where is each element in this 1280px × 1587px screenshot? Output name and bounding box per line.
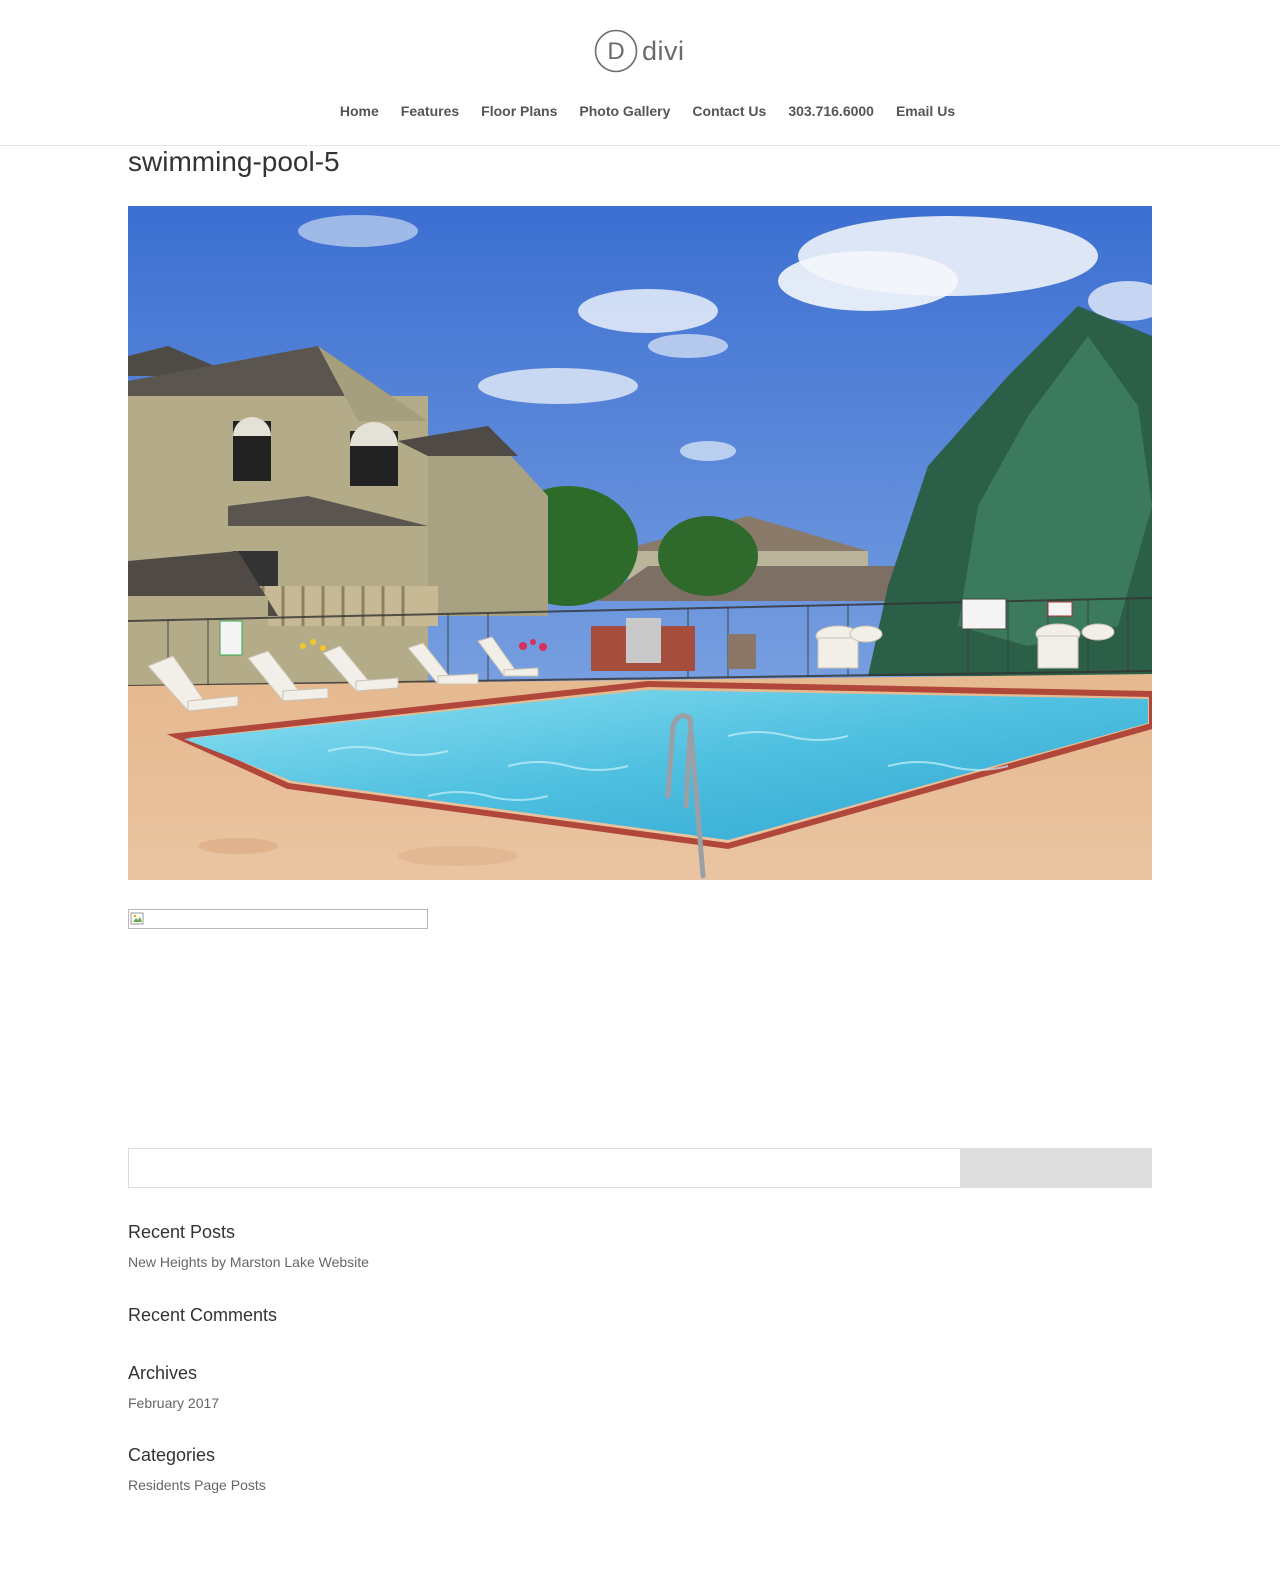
nav-features[interactable]: Features (401, 101, 459, 121)
archives-title: Archives (128, 1363, 198, 1383)
nav-phone[interactable]: 303.716.6000 (788, 101, 874, 121)
search-button[interactable] (960, 1148, 1152, 1188)
nav-photo-gallery[interactable]: Photo Gallery (579, 101, 670, 121)
site-header: D divi Home Features Floor Plans Photo G… (0, 0, 1280, 146)
archive-link[interactable]: February 2017 (128, 1393, 219, 1413)
svg-text:D: D (607, 38, 624, 65)
page-title: swimming-pool-5 (128, 146, 340, 177)
recent-post-link[interactable]: New Heights by Marston Lake Website (128, 1252, 369, 1272)
swimming-pool-photo (128, 206, 1152, 880)
site-logo[interactable]: D divi (594, 29, 694, 73)
search-form (128, 1148, 1152, 1188)
categories-title: Categories (128, 1445, 216, 1465)
recent-posts-title: Recent Posts (128, 1222, 236, 1242)
nav-home[interactable]: Home (340, 101, 379, 121)
divi-logo-icon: D (594, 29, 638, 73)
broken-image-icon (130, 912, 144, 925)
nav-contact-us[interactable]: Contact Us (692, 101, 766, 121)
recent-comments-title: Recent Comments (128, 1305, 278, 1325)
nav-email-us[interactable]: Email Us (896, 101, 955, 121)
search-input[interactable] (128, 1148, 960, 1188)
logo-text: divi (642, 35, 685, 66)
category-link[interactable]: Residents Page Posts (128, 1475, 266, 1495)
main-nav: Home Features Floor Plans Photo Gallery … (0, 101, 1280, 121)
broken-image-placeholder (128, 909, 428, 929)
nav-floor-plans[interactable]: Floor Plans (481, 101, 557, 121)
attachment-image[interactable] (128, 206, 1152, 880)
